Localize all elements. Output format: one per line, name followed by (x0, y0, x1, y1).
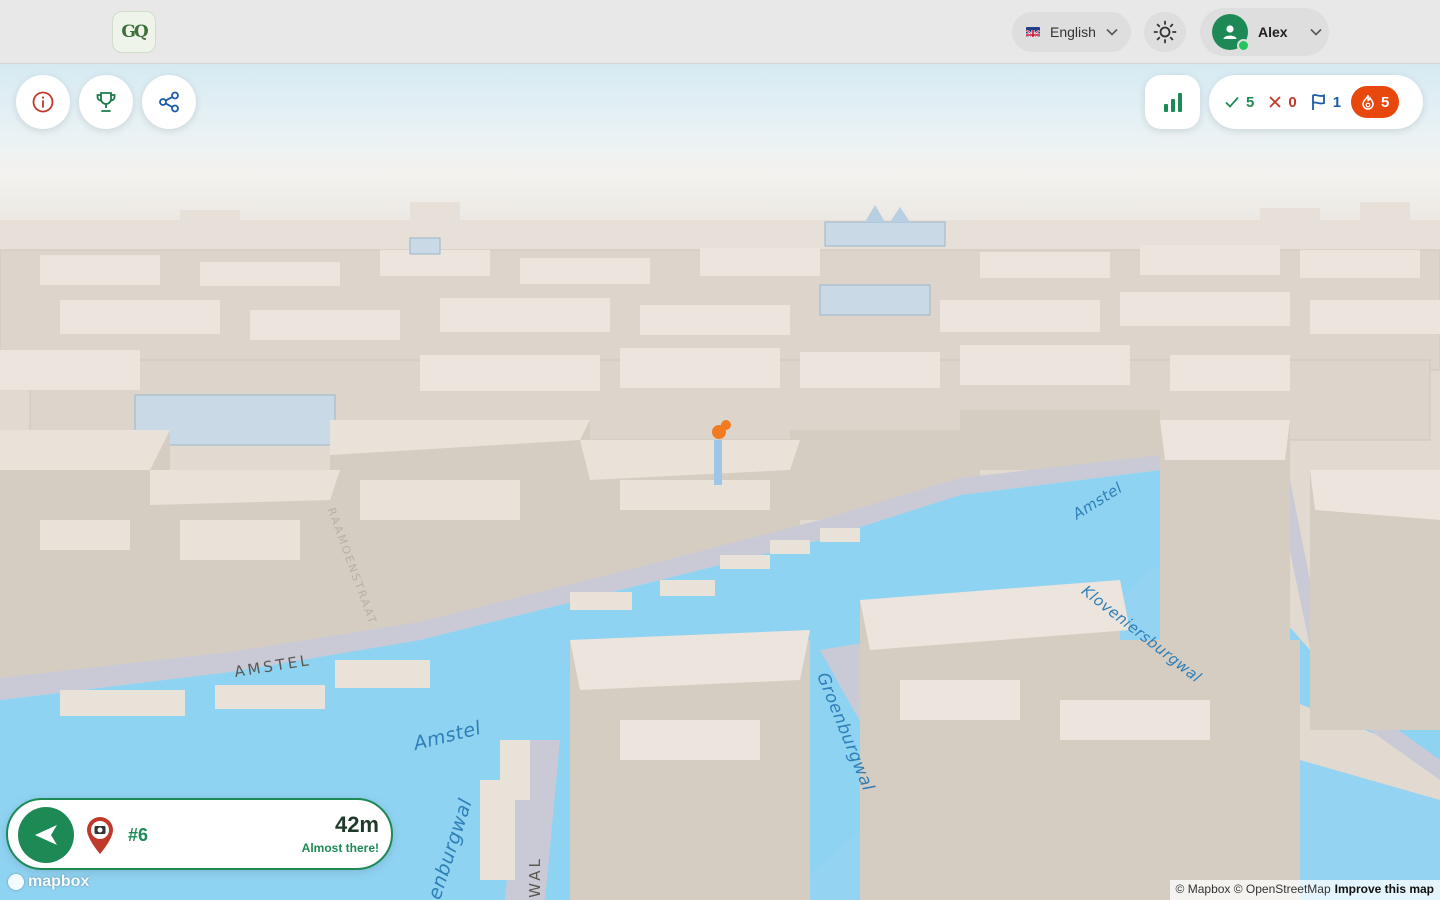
target-pin-icon (87, 817, 113, 854)
x-icon (1269, 96, 1281, 108)
distance-value: 42m (334, 812, 379, 837)
map-canvas[interactable]: Amstel Amstel Kloveniersburgwal Groenbur… (0, 0, 1440, 900)
share-icon (159, 91, 179, 113)
mapbox-logo[interactable]: mapbox (8, 873, 89, 891)
user-menu-button[interactable]: Alex (1200, 8, 1329, 56)
distance-message: Almost there! (301, 841, 379, 855)
flag-value: 1 (1332, 93, 1342, 111)
app-logo[interactable]: GQ (112, 11, 156, 53)
mapbox-logo-icon (8, 874, 24, 890)
top-bar: GQ English Alex (0, 0, 1440, 64)
map-attribution: © Mapbox © OpenStreetMap Improve this ma… (1169, 880, 1440, 900)
language-label: English (1050, 24, 1096, 40)
distance-card: #6 42m Almost there! (6, 798, 393, 870)
user-name: Alex (1258, 24, 1288, 40)
map-3d-scene (0, 64, 1440, 900)
info-icon (32, 91, 54, 113)
theme-toggle-button[interactable] (1144, 12, 1186, 52)
chevron-down-icon (1310, 28, 1322, 36)
marker-stem (714, 440, 722, 485)
user-icon (1223, 25, 1237, 39)
share-button[interactable] (142, 75, 196, 129)
check-icon (1225, 96, 1239, 108)
bar-chart-icon (1163, 93, 1182, 112)
target-number: #6 (128, 825, 149, 845)
chevron-down-icon (1106, 28, 1118, 36)
info-button[interactable] (16, 75, 70, 129)
avatar (1212, 14, 1250, 52)
language-selector[interactable]: English (1012, 12, 1131, 52)
logo-text: GQ (121, 22, 148, 42)
streak-value: 5 (1381, 93, 1390, 111)
sun-icon (1153, 20, 1177, 44)
navigate-button[interactable] (18, 807, 74, 863)
leaderboard-button[interactable] (79, 75, 133, 129)
mapbox-logo-text: mapbox (28, 873, 90, 890)
flame-icon (1362, 94, 1374, 110)
trophy-icon (96, 92, 116, 112)
correct-count: 5 (1224, 94, 1254, 111)
score-panel: 5 0 1 5 (1209, 75, 1423, 129)
streak-badge: 5 (1351, 86, 1400, 118)
stats-button[interactable] (1145, 75, 1200, 129)
wrong-count: 0 (1268, 93, 1297, 111)
correct-value: 5 (1246, 93, 1255, 111)
attribution-text: © Mapbox © OpenStreetMap (1175, 882, 1331, 896)
online-status-dot (1237, 39, 1250, 52)
wrong-value: 0 (1288, 93, 1297, 111)
improve-map-link[interactable]: Improve this map (1335, 882, 1434, 898)
navigation-arrow-icon (35, 825, 57, 845)
uk-flag-icon (1026, 27, 1040, 37)
flag-icon (1311, 94, 1325, 110)
flag-count: 1 (1311, 93, 1341, 111)
